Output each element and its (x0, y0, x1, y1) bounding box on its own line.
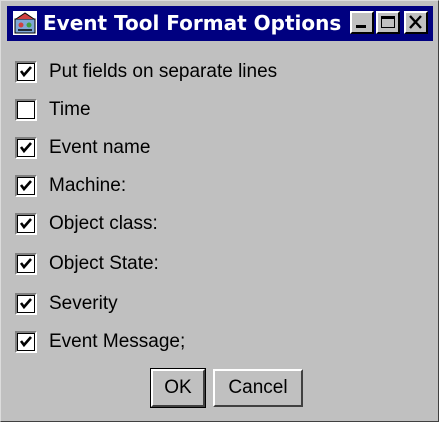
checkbox[interactable] (15, 213, 37, 235)
close-icon (409, 15, 422, 29)
checkmark-icon (19, 336, 32, 348)
option-time[interactable]: Time (15, 95, 415, 125)
checkbox[interactable] (15, 293, 37, 315)
checkmark-icon (19, 218, 32, 230)
option-label: Event name (49, 137, 151, 158)
checkmark-icon (19, 180, 32, 192)
option-label: Object State: (49, 253, 159, 274)
ok-button[interactable]: OK (150, 368, 206, 408)
format-options-dialog: Event Tool Format Options Put fields on … (0, 0, 439, 422)
checkmark-icon (19, 142, 32, 154)
checkbox[interactable] (15, 137, 37, 159)
cancel-button[interactable]: Cancel (213, 369, 303, 407)
close-button[interactable] (404, 11, 428, 34)
option-severity[interactable]: Severity (15, 289, 415, 319)
option-label: Object class: (49, 213, 158, 234)
checkbox[interactable] (15, 175, 37, 197)
title-bar[interactable]: Event Tool Format Options (7, 6, 433, 41)
checkmark-icon (19, 298, 32, 310)
option-put-fields-on-separate-lines[interactable]: Put fields on separate lines (15, 57, 415, 87)
checkbox[interactable] (15, 61, 37, 83)
option-label: Machine: (49, 175, 127, 196)
checkmark-icon (19, 66, 32, 78)
option-label: Severity (49, 293, 118, 314)
option-label: Event Message; (49, 331, 186, 352)
window-title: Event Tool Format Options (43, 11, 342, 35)
option-object-state[interactable]: Object State: (15, 249, 415, 279)
minimize-icon (356, 25, 366, 28)
option-machine[interactable]: Machine: (15, 171, 415, 201)
checkbox[interactable] (15, 253, 37, 275)
option-label: Time (49, 99, 91, 120)
option-label: Put fields on separate lines (49, 61, 278, 82)
option-object-class[interactable]: Object class: (15, 209, 415, 239)
option-event-message[interactable]: Event Message; (15, 327, 415, 357)
checkmark-icon (19, 258, 32, 270)
maximize-icon (381, 16, 395, 28)
checkbox[interactable] (15, 99, 37, 121)
app-icon[interactable] (12, 10, 38, 36)
checkbox[interactable] (15, 331, 37, 353)
minimize-button[interactable] (350, 11, 374, 34)
maximize-button[interactable] (376, 11, 400, 34)
option-event-name[interactable]: Event name (15, 133, 415, 163)
